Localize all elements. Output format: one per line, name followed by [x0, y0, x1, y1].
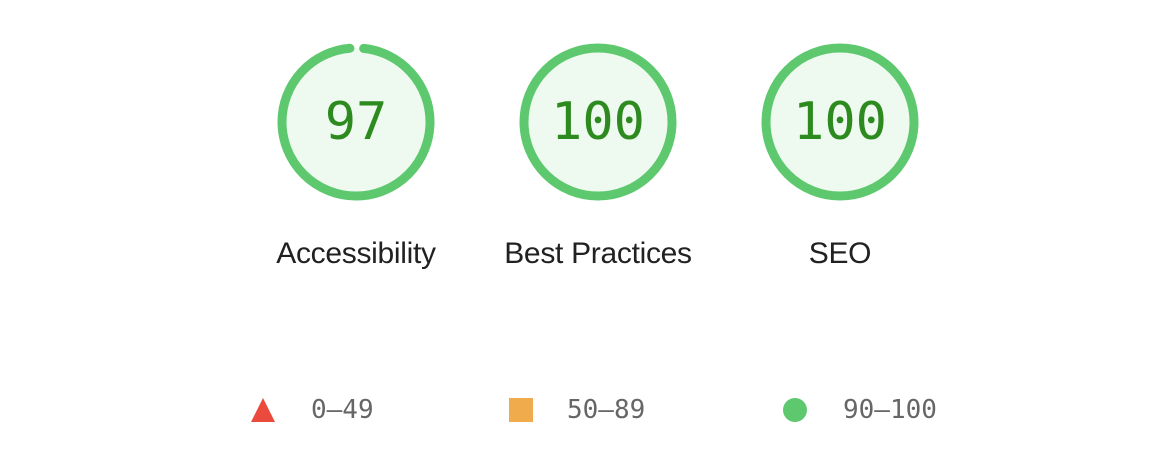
gauge-label: Best Practices — [504, 237, 692, 270]
gauge-label: Accessibility — [276, 237, 436, 270]
legend-range: 50–89 — [567, 395, 646, 425]
gauge-accessibility[interactable]: 97 Accessibility — [272, 38, 440, 278]
circle-icon — [783, 398, 807, 422]
score-ring: 100 — [761, 43, 919, 201]
legend-item-pass: 90–100 — [783, 390, 937, 430]
legend-range: 0–49 — [311, 395, 374, 425]
score-value: 100 — [551, 92, 645, 152]
legend-item-fail: 0–49 — [251, 390, 374, 430]
legend-range: 90–100 — [843, 395, 937, 425]
score-value: 97 — [325, 92, 388, 152]
score-ring: 100 — [519, 43, 677, 201]
gauge-label: SEO — [808, 237, 872, 270]
triangle-icon — [251, 398, 275, 422]
legend-item-average: 50–89 — [509, 390, 645, 430]
score-legend: 0–49 50–89 90–100 — [0, 390, 1152, 430]
gauge-best-practices[interactable]: 100 Best Practices — [504, 38, 692, 278]
score-value: 100 — [793, 92, 887, 152]
gauge-seo[interactable]: 100 SEO — [756, 38, 924, 278]
square-icon — [509, 398, 533, 422]
score-ring: 97 — [277, 43, 435, 201]
